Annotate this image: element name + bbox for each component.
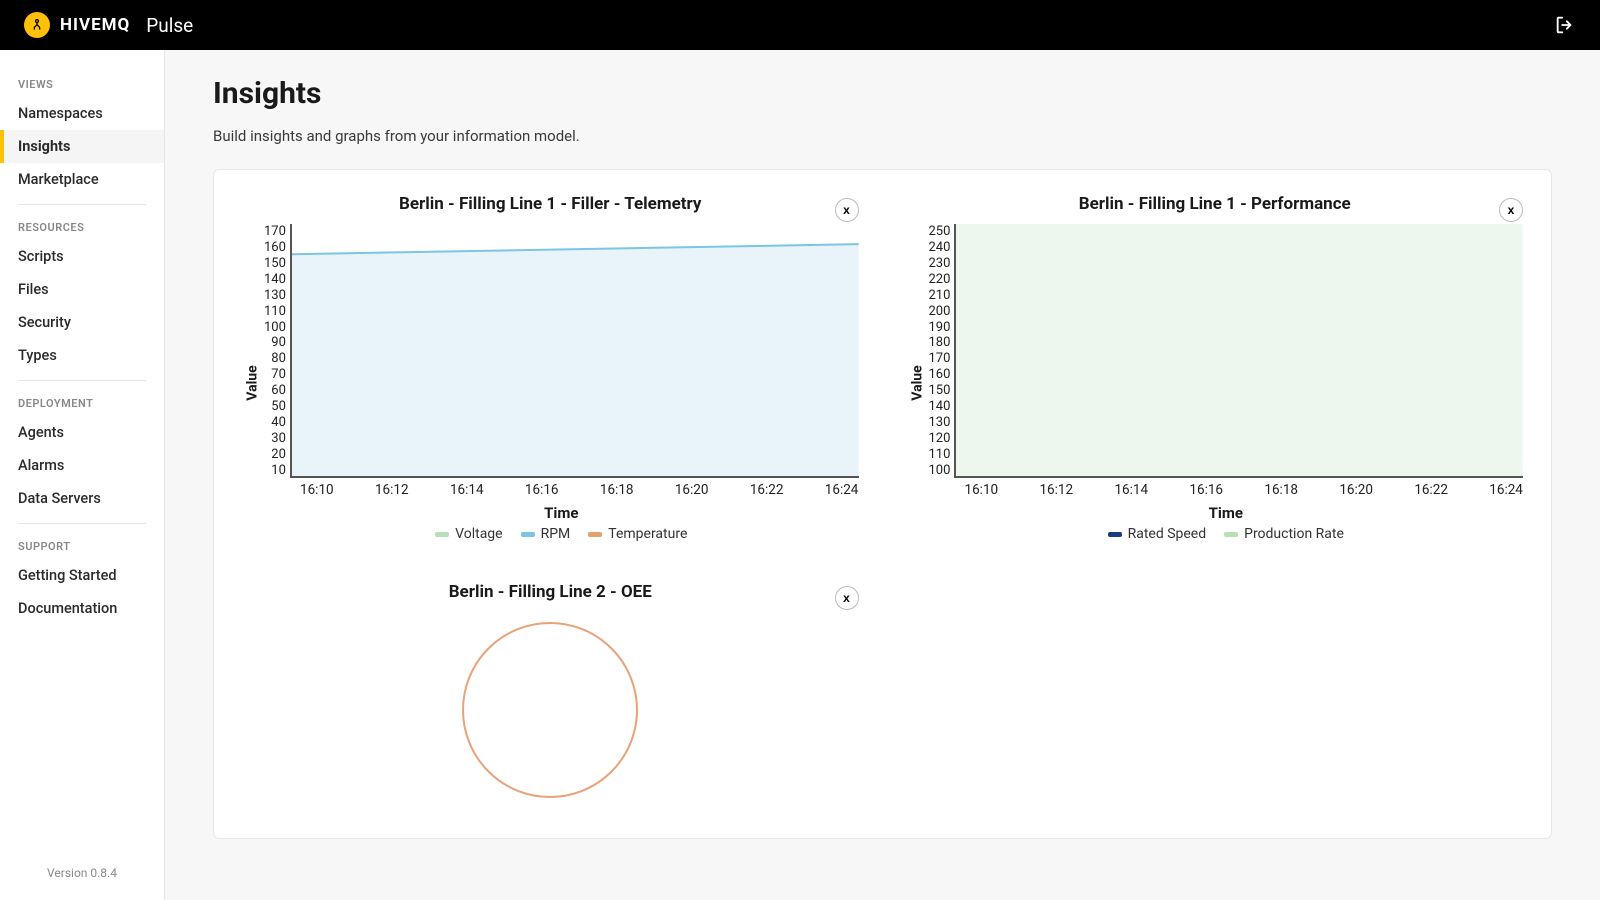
sidebar-item-insights[interactable]: Insights <box>0 130 164 163</box>
main-content: Insights Build insights and graphs from … <box>165 50 1600 900</box>
sidebar-item-types[interactable]: Types <box>0 339 164 372</box>
chart-oee: Berlin - Filling Line 2 - OEE x <box>242 582 859 798</box>
sidebar-section-views: VIEWS <box>0 70 164 97</box>
sidebar-section-support: SUPPORT <box>0 532 164 559</box>
sidebar-divider <box>18 204 146 205</box>
version-label: Version 0.8.4 <box>0 854 164 900</box>
pie-plot <box>242 612 859 798</box>
topbar: HIVEMQ Pulse <box>0 0 1600 50</box>
chart-title: Berlin - Filling Line 1 - Performance <box>907 194 1524 214</box>
sidebar-section-resources: RESOURCES <box>0 213 164 240</box>
logout-icon <box>1554 14 1576 36</box>
y-ticks: 2502402302202102001901801701601501401301… <box>929 224 955 478</box>
chart-close-button[interactable]: x <box>1499 198 1523 222</box>
chart-title: Berlin - Filling Line 2 - OEE <box>242 582 859 602</box>
sidebar-item-getting-started[interactable]: Getting Started <box>0 559 164 592</box>
plot-area <box>290 224 859 478</box>
x-axis-label: Time <box>929 504 1524 522</box>
sidebar-item-files[interactable]: Files <box>0 273 164 306</box>
page-title: Insights <box>213 76 1552 111</box>
sidebar-item-scripts[interactable]: Scripts <box>0 240 164 273</box>
pie-circle-icon <box>462 622 638 798</box>
sidebar-item-documentation[interactable]: Documentation <box>0 592 164 625</box>
y-axis-label: Value <box>910 365 926 400</box>
sidebar-item-marketplace[interactable]: Marketplace <box>0 163 164 196</box>
x-axis-label: Time <box>264 504 859 522</box>
sidebar-item-alarms[interactable]: Alarms <box>0 449 164 482</box>
sidebar-divider <box>18 380 146 381</box>
sidebar-divider <box>18 523 146 524</box>
brand-product: Pulse <box>146 14 193 37</box>
sidebar-item-namespaces[interactable]: Namespaces <box>0 97 164 130</box>
charts-panel: Berlin - Filling Line 1 - Filler - Telem… <box>213 169 1552 839</box>
y-axis-label: Value <box>245 365 261 400</box>
y-ticks: 170160150140130110100908070605040302010 <box>264 224 290 478</box>
sidebar-section-deployment: DEPLOYMENT <box>0 389 164 416</box>
brand-name: HIVEMQ <box>60 15 130 35</box>
chart-close-button[interactable]: x <box>835 586 859 610</box>
logout-button[interactable] <box>1554 14 1576 36</box>
page-subtitle: Build insights and graphs from your info… <box>213 127 1552 145</box>
chart-legend: Voltage RPM Temperature <box>264 526 859 542</box>
brand-badge-icon <box>24 12 50 38</box>
sidebar-item-agents[interactable]: Agents <box>0 416 164 449</box>
chart-close-button[interactable]: x <box>835 198 859 222</box>
sidebar: VIEWS Namespaces Insights Marketplace RE… <box>0 50 165 900</box>
x-ticks: 16:1016:1216:1416:1616:1816:2016:2216:24 <box>965 482 1524 498</box>
chart-legend: Rated Speed Production Rate <box>929 526 1524 542</box>
sidebar-item-data-servers[interactable]: Data Servers <box>0 482 164 515</box>
sidebar-item-security[interactable]: Security <box>0 306 164 339</box>
chart-performance: Berlin - Filling Line 1 - Performance x … <box>907 194 1524 542</box>
chart-title: Berlin - Filling Line 1 - Filler - Telem… <box>242 194 859 214</box>
plot-area <box>954 224 1523 478</box>
brand-logo: HIVEMQ Pulse <box>24 12 193 38</box>
x-ticks: 16:1016:1216:1416:1616:1816:2016:2216:24 <box>300 482 859 498</box>
chart-telemetry: Berlin - Filling Line 1 - Filler - Telem… <box>242 194 859 542</box>
